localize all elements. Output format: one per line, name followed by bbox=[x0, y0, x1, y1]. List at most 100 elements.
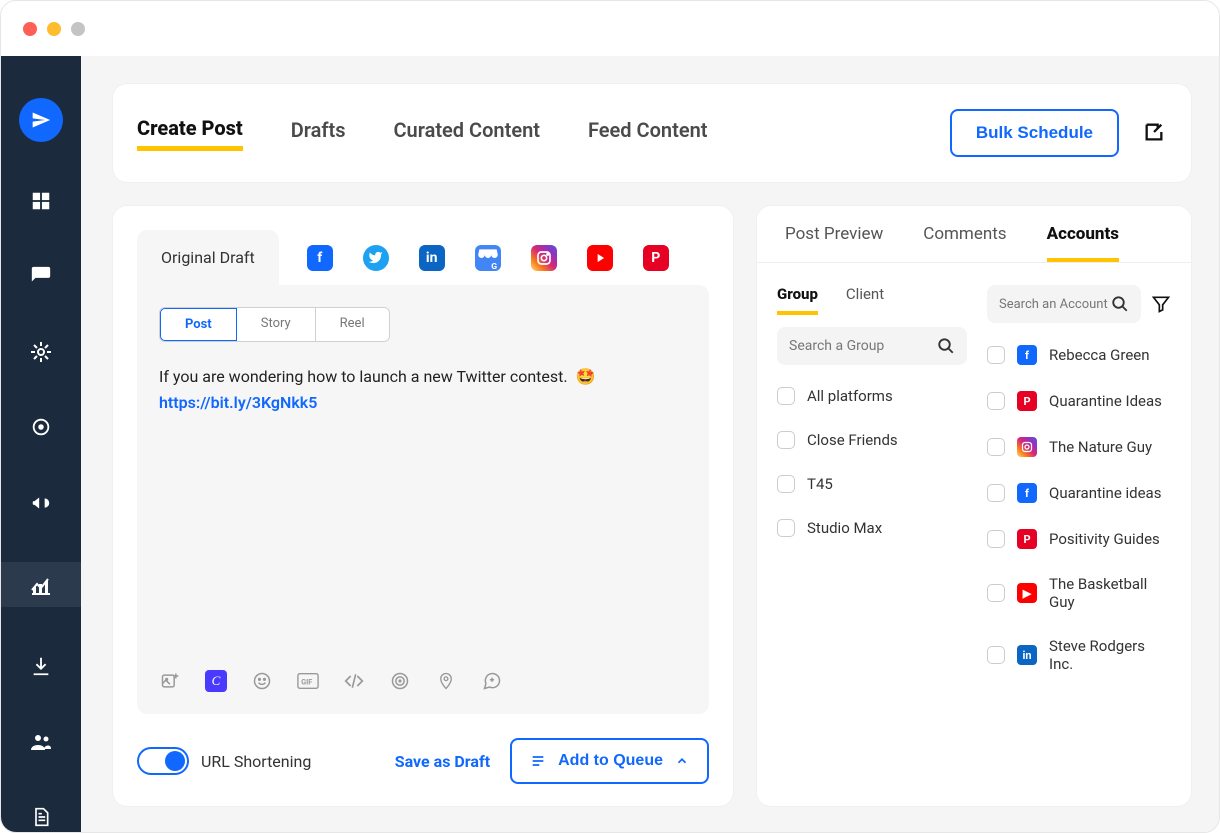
account-item[interactable]: fQuarantine ideas bbox=[987, 479, 1171, 507]
account-item[interactable]: fRebecca Green bbox=[987, 341, 1171, 369]
account-item[interactable]: The Nature Guy bbox=[987, 433, 1171, 461]
checkbox[interactable] bbox=[777, 475, 795, 493]
tab-group[interactable]: Group bbox=[777, 285, 818, 315]
group-label: All platforms bbox=[807, 387, 893, 405]
group-label: Close Friends bbox=[807, 431, 898, 449]
checkbox[interactable] bbox=[987, 438, 1005, 456]
window-maximize-dot[interactable] bbox=[71, 22, 85, 36]
search-group-input[interactable]: Search a Group bbox=[777, 327, 967, 365]
account-name: Steve Rodgers Inc. bbox=[1049, 637, 1171, 673]
nav-messages[interactable] bbox=[19, 260, 63, 294]
tab-original-draft[interactable]: Original Draft bbox=[137, 230, 279, 285]
tab-post-preview[interactable]: Post Preview bbox=[785, 224, 883, 262]
image-plus-icon bbox=[160, 671, 180, 691]
tab-curated-content[interactable]: Curated Content bbox=[393, 118, 540, 148]
tab-feed-content[interactable]: Feed Content bbox=[588, 118, 707, 148]
window-close-dot[interactable] bbox=[23, 22, 37, 36]
nav-network[interactable] bbox=[19, 335, 63, 369]
bullseye-icon bbox=[390, 671, 410, 691]
checkbox[interactable] bbox=[987, 584, 1005, 602]
nav-team[interactable] bbox=[19, 725, 63, 759]
account-item[interactable]: P Positivity Guides bbox=[987, 525, 1171, 553]
linkedin-icon[interactable]: in bbox=[419, 245, 445, 271]
window-minimize-dot[interactable] bbox=[47, 22, 61, 36]
twitter-icon[interactable] bbox=[363, 245, 389, 271]
account-name: The Nature Guy bbox=[1049, 438, 1152, 456]
search-account-placeholder: Search an Account bbox=[999, 297, 1108, 312]
code-tool[interactable] bbox=[343, 670, 365, 692]
group-item[interactable]: All platforms bbox=[777, 383, 967, 409]
filter-button[interactable] bbox=[1151, 294, 1171, 314]
location-tool[interactable] bbox=[435, 670, 457, 692]
account-item[interactable]: inSteve Rodgers Inc. bbox=[987, 633, 1171, 677]
filter-icon bbox=[1151, 294, 1171, 314]
checkbox[interactable] bbox=[987, 392, 1005, 410]
compose-icon-button[interactable] bbox=[1143, 121, 1167, 145]
emoji-tool[interactable] bbox=[251, 670, 273, 692]
bulk-schedule-button[interactable]: Bulk Schedule bbox=[950, 109, 1119, 157]
gif-tool[interactable]: GIF bbox=[297, 670, 319, 692]
checkbox[interactable] bbox=[777, 431, 795, 449]
tab-create-post[interactable]: Create Post bbox=[137, 116, 243, 151]
add-to-queue-button[interactable]: Add to Queue bbox=[510, 738, 709, 784]
facebook-icon[interactable]: f bbox=[307, 245, 333, 271]
account-name: Quarantine Ideas bbox=[1049, 392, 1162, 410]
save-as-draft-button[interactable]: Save as Draft bbox=[395, 752, 490, 771]
subtab-reel[interactable]: Reel bbox=[316, 308, 389, 341]
checkbox[interactable] bbox=[777, 519, 795, 537]
checkbox[interactable] bbox=[777, 387, 795, 405]
url-shortening-label: URL Shortening bbox=[201, 752, 311, 771]
tab-client[interactable]: Client bbox=[846, 285, 884, 315]
group-label: Studio Max bbox=[807, 519, 882, 537]
edit-square-icon bbox=[1143, 121, 1165, 143]
groups-panel: Group Client Search a Group All platform… bbox=[777, 285, 967, 784]
instagram-icon bbox=[1017, 437, 1037, 457]
map-pin-icon bbox=[437, 671, 455, 691]
search-account-input[interactable]: Search an Account bbox=[987, 285, 1141, 323]
nav-analytics[interactable] bbox=[1, 562, 81, 608]
subtab-post[interactable]: Post bbox=[159, 307, 238, 342]
browser-window: Create Post Drafts Curated Content Feed … bbox=[0, 0, 1220, 833]
pinterest-icon: P bbox=[1017, 529, 1037, 549]
nav-launch[interactable] bbox=[19, 98, 63, 142]
media-tool[interactable] bbox=[159, 670, 181, 692]
nav-documents[interactable] bbox=[19, 800, 63, 833]
checkbox[interactable] bbox=[987, 646, 1005, 664]
group-item[interactable]: T45 bbox=[777, 471, 967, 497]
tab-accounts[interactable]: Accounts bbox=[1047, 224, 1119, 262]
tab-comments[interactable]: Comments bbox=[923, 224, 1006, 262]
group-item[interactable]: Studio Max bbox=[777, 515, 967, 541]
youtube-icon[interactable] bbox=[587, 245, 613, 271]
top-bar: Create Post Drafts Curated Content Feed … bbox=[113, 84, 1191, 182]
youtube-icon: ▶ bbox=[1017, 583, 1037, 603]
group-item[interactable]: Close Friends bbox=[777, 427, 967, 453]
draft-link[interactable]: https://bit.ly/3KgNkk5 bbox=[159, 393, 317, 412]
account-item[interactable]: PQuarantine Ideas bbox=[987, 387, 1171, 415]
document-icon bbox=[31, 806, 51, 828]
comment-tool[interactable] bbox=[481, 670, 503, 692]
draft-editor[interactable]: If you are wondering how to launch a new… bbox=[159, 364, 687, 415]
search-icon bbox=[1111, 295, 1129, 313]
target-tool[interactable] bbox=[389, 670, 411, 692]
canva-tool[interactable]: C bbox=[205, 670, 227, 692]
subtab-story[interactable]: Story bbox=[237, 308, 316, 341]
message-icon bbox=[30, 265, 52, 287]
nav-campaigns[interactable] bbox=[19, 486, 63, 520]
checkbox[interactable] bbox=[987, 346, 1005, 364]
checkbox[interactable] bbox=[987, 530, 1005, 548]
download-icon bbox=[30, 655, 52, 677]
account-item[interactable]: ▶The Basketball Guy bbox=[987, 571, 1171, 615]
pinterest-icon[interactable]: P bbox=[643, 245, 669, 271]
google-business-icon[interactable]: G bbox=[475, 245, 501, 271]
tab-drafts[interactable]: Drafts bbox=[291, 118, 346, 148]
instagram-icon[interactable] bbox=[531, 245, 557, 271]
side-panel: Post Preview Comments Accounts Group Cli… bbox=[757, 206, 1191, 806]
checkbox[interactable] bbox=[987, 484, 1005, 502]
nav-downloads[interactable] bbox=[19, 649, 63, 683]
facebook-icon: f bbox=[1017, 345, 1037, 365]
gif-icon: GIF bbox=[297, 671, 319, 691]
nav-dashboard[interactable] bbox=[19, 184, 63, 218]
url-shortening-toggle[interactable] bbox=[137, 747, 189, 775]
account-name: Positivity Guides bbox=[1049, 530, 1160, 548]
nav-target[interactable] bbox=[19, 411, 63, 445]
